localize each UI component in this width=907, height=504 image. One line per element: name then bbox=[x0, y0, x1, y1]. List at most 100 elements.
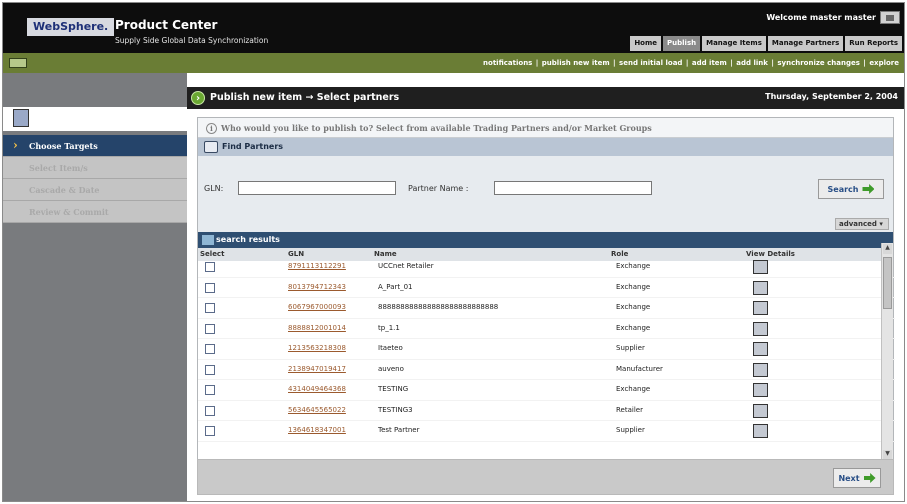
table-row: 5634645565022 TESTING3 Retailer bbox=[198, 401, 895, 421]
table-row: 6067967000093 888888888888888888888888888… bbox=[198, 298, 895, 319]
find-partners-header: Find Partners bbox=[198, 138, 893, 156]
product-tagline: Supply Side Global Data Synchronization bbox=[115, 36, 269, 45]
gln-link[interactable]: 4314049464368 bbox=[288, 385, 346, 393]
search-button[interactable]: Search bbox=[818, 179, 884, 199]
tab-publish[interactable]: Publish bbox=[663, 36, 701, 51]
select-checkbox[interactable] bbox=[205, 364, 215, 375]
user-avatar-icon bbox=[880, 11, 900, 24]
tab-run-reports[interactable]: Run Reports bbox=[845, 36, 902, 51]
info-message: i Who would you like to publish to? Selec… bbox=[198, 118, 893, 138]
partner-panel: i Who would you like to publish to? Selec… bbox=[197, 117, 895, 461]
view-details-icon[interactable] bbox=[753, 403, 768, 418]
product-name: Product Center bbox=[115, 18, 218, 32]
view-details-icon[interactable] bbox=[753, 383, 768, 397]
link-send-initial-load[interactable]: send initial load bbox=[619, 59, 682, 67]
partner-name: TESTING bbox=[378, 385, 409, 393]
header: WebSphere. Product Center Supply Side Gl… bbox=[3, 3, 904, 53]
page-title-bar: › Publish new item → Select partners Thu… bbox=[187, 87, 904, 109]
tab-manage-items[interactable]: Manage Items bbox=[702, 36, 766, 51]
step-select-items: Select Item/s bbox=[3, 157, 187, 179]
partner-role: Supplier bbox=[616, 344, 645, 352]
partner-name: auveno bbox=[378, 364, 404, 373]
link-publish-new-item[interactable]: publish new item bbox=[542, 59, 610, 67]
link-add-link[interactable]: add link bbox=[736, 59, 768, 67]
search-results-title: search results bbox=[216, 235, 280, 244]
gln-link[interactable]: 8791113112291 bbox=[288, 262, 346, 270]
brand-logo: WebSphere. bbox=[27, 18, 115, 36]
top-nav: Home Publish Manage Items Manage Partner… bbox=[630, 36, 902, 51]
gln-link[interactable]: 1364618347001 bbox=[288, 426, 346, 434]
select-checkbox[interactable] bbox=[205, 385, 215, 395]
select-checkbox[interactable] bbox=[205, 282, 215, 293]
view-details-icon[interactable] bbox=[753, 301, 768, 315]
view-details-icon[interactable] bbox=[753, 321, 768, 336]
select-checkbox[interactable] bbox=[205, 426, 215, 436]
gln-link[interactable]: 1213563218308 bbox=[288, 344, 346, 352]
document-icon bbox=[9, 58, 27, 68]
tab-home[interactable]: Home bbox=[630, 36, 662, 51]
wizard-sidebar: Choose Targets Select Item/s Cascade & D… bbox=[3, 73, 187, 501]
select-checkbox[interactable] bbox=[205, 344, 215, 354]
link-explore[interactable]: explore bbox=[869, 59, 899, 67]
gln-link[interactable]: 8888812001014 bbox=[288, 324, 346, 332]
partner-name-input[interactable] bbox=[494, 181, 652, 195]
arrow-circle-icon: › bbox=[191, 91, 205, 105]
search-results-header: search results bbox=[198, 232, 893, 248]
gln-link[interactable]: 8013794712343 bbox=[288, 283, 346, 291]
partner-name: Test Partner bbox=[378, 426, 420, 434]
document-icon bbox=[13, 109, 29, 127]
partner-role: Exchange bbox=[616, 282, 651, 291]
results-table: 8791113112291 UCCnet Retailer Exchange 801… bbox=[198, 257, 895, 461]
partner-role: Retailer bbox=[616, 405, 643, 414]
welcome-text: Welcome master master bbox=[766, 13, 876, 22]
gln-link[interactable]: 2138947019417 bbox=[288, 365, 346, 373]
next-button-label: Next bbox=[838, 473, 860, 483]
link-notifications[interactable]: notifications bbox=[483, 59, 532, 67]
partner-name: A_Part_01 bbox=[378, 282, 413, 291]
partner-role: Exchange bbox=[616, 385, 651, 393]
arrow-right-icon bbox=[863, 473, 876, 483]
partner-name: Itaeteo bbox=[378, 344, 403, 352]
step-review-commit: Review & Commit bbox=[3, 201, 187, 223]
scroll-thumb[interactable] bbox=[883, 257, 892, 309]
view-details-icon[interactable] bbox=[753, 260, 768, 274]
arrow-right-icon bbox=[862, 184, 875, 194]
link-synchronize-changes[interactable]: synchronize changes bbox=[777, 59, 860, 67]
wizard-footer: Next bbox=[197, 459, 894, 495]
table-row: 8013794712343 A_Part_01 Exchange bbox=[198, 278, 895, 298]
action-links: notifications | publish new item | send … bbox=[483, 59, 899, 67]
select-checkbox[interactable] bbox=[205, 262, 215, 272]
info-icon: i bbox=[206, 123, 217, 134]
partner-role: Supplier bbox=[616, 426, 645, 434]
partner-name: UCCnet Retailer bbox=[378, 262, 434, 270]
select-checkbox[interactable] bbox=[205, 303, 215, 313]
select-checkbox[interactable] bbox=[205, 323, 215, 334]
sidebar-header bbox=[3, 107, 187, 131]
partner-role: Exchange bbox=[616, 323, 651, 332]
partner-role: Exchange bbox=[616, 262, 651, 270]
partner-name: tp_1.1 bbox=[378, 323, 400, 332]
step-choose-targets[interactable]: Choose Targets bbox=[3, 134, 187, 157]
table-row: 8791113112291 UCCnet Retailer Exchange bbox=[198, 257, 895, 278]
gln-link[interactable]: 5634645565022 bbox=[288, 406, 346, 414]
select-checkbox[interactable] bbox=[205, 405, 215, 416]
partner-name-label: Partner Name : bbox=[408, 184, 469, 193]
next-button[interactable]: Next bbox=[833, 468, 881, 488]
advanced-dropdown[interactable]: advanced ▾ bbox=[835, 218, 889, 230]
link-add-item[interactable]: add item bbox=[692, 59, 727, 67]
gln-link[interactable]: 6067967000093 bbox=[288, 303, 346, 311]
tab-manage-partners[interactable]: Manage Partners bbox=[767, 36, 844, 51]
view-details-icon[interactable] bbox=[753, 342, 768, 356]
find-partners-title: Find Partners bbox=[222, 142, 284, 151]
results-icon bbox=[202, 235, 214, 245]
gln-input[interactable] bbox=[238, 181, 396, 195]
results-scrollbar[interactable]: ▲ ▼ bbox=[881, 243, 893, 461]
date-label: Thursday, September 2, 2004 bbox=[765, 92, 898, 101]
info-text: Who would you like to publish to? Select… bbox=[221, 123, 652, 133]
table-row: 4314049464368 TESTING Exchange bbox=[198, 380, 895, 401]
view-details-icon[interactable] bbox=[753, 362, 768, 377]
wizard-steps: Choose Targets Select Item/s Cascade & D… bbox=[3, 134, 187, 223]
view-details-icon[interactable] bbox=[753, 424, 768, 438]
scroll-up-icon[interactable]: ▲ bbox=[883, 244, 892, 254]
view-details-icon[interactable] bbox=[753, 280, 768, 295]
